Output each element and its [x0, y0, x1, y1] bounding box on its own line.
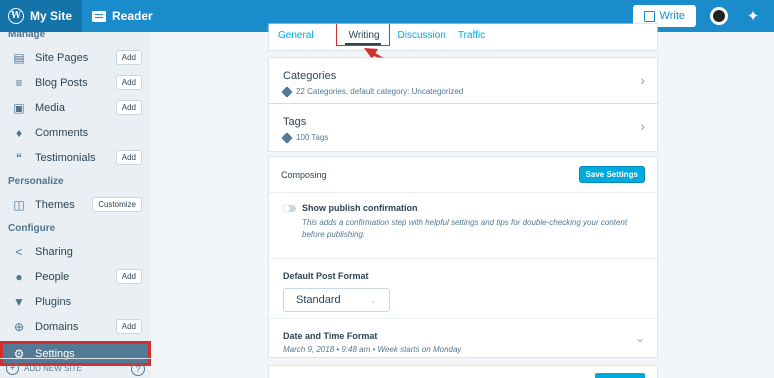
sidebar-heading-manage: Manage [8, 32, 46, 40]
help-icon[interactable]: ? [131, 362, 145, 376]
quote-icon: “ [16, 150, 22, 165]
publish-confirmation-toggle[interactable] [283, 205, 296, 212]
chevron-right-icon: › [640, 118, 645, 134]
avatar-image [713, 10, 725, 22]
tab-general[interactable]: General [278, 24, 322, 41]
tab-writing[interactable]: Writing [335, 24, 390, 46]
composing-title: Composing [281, 169, 327, 180]
themes-icon: ◫ [13, 197, 25, 212]
sidebar-item-comments[interactable]: ♦ Comments [0, 120, 151, 145]
add-blog-post-button[interactable]: Add [115, 75, 142, 90]
option-title: Show publish confirmation [302, 203, 418, 213]
tags-summary: 100 Tags [281, 131, 643, 144]
posts-icon: ≡ [15, 75, 23, 90]
post-format-select[interactable]: Standard ⌄ [283, 288, 390, 312]
chevron-down-icon: ⌄ [634, 331, 645, 345]
person-icon: ● [15, 269, 23, 284]
sidebar-item-site-pages[interactable]: ▤ Site Pages Add [0, 45, 151, 70]
sidebar-item-media[interactable]: ▣ Media Add [0, 95, 151, 120]
date-time-format-value: March 9, 2018 • 9:48 am • Week starts on… [283, 345, 462, 354]
sidebar-item-people[interactable]: ● People Add [0, 264, 151, 289]
sidebar-item-label: Domains [35, 320, 79, 333]
sidebar-item-blog-posts[interactable]: ≡ Blog Posts Add [0, 70, 151, 95]
sidebar-item-label: Site Pages [35, 51, 89, 64]
chevron-right-icon: › [640, 72, 645, 88]
image-icon: ▣ [13, 100, 25, 115]
add-domain-button[interactable]: Add [115, 319, 142, 334]
globe-icon: ⊕ [13, 319, 25, 334]
my-site-button[interactable]: W My Site [0, 0, 83, 32]
notifications-icon[interactable]: ✦ [744, 7, 762, 25]
customize-button[interactable]: Customize [92, 197, 142, 212]
my-site-label: My Site [30, 9, 73, 23]
tags-summary-text: 100 Tags [296, 133, 329, 142]
sidebar-item-label: People [35, 270, 70, 283]
reader-button[interactable]: Reader [82, 0, 163, 32]
reader-icon [92, 10, 107, 22]
next-card [269, 366, 657, 378]
tab-traffic[interactable]: Traffic [458, 24, 493, 41]
avatar[interactable] [710, 7, 728, 25]
sidebar-heading-personalize: Personalize [8, 176, 64, 187]
write-icon [643, 10, 655, 22]
categories-card[interactable]: Categories 22 Categories, default catego… [269, 58, 657, 103]
sidebar: Manage ▤ Site Pages Add ≡ Blog Posts Add… [0, 32, 151, 378]
option-description: This adds a confirmation step with helpf… [302, 218, 628, 239]
sidebar-item-label: Plugins [35, 295, 72, 308]
settings-tabs: General Writing Discussion Traffic [269, 24, 657, 50]
tag-icon [281, 131, 293, 144]
page-icon: ▤ [13, 50, 25, 65]
sidebar-item-plugins[interactable]: ▼ Plugins [0, 289, 151, 314]
categories-summary-text: 22 Categories, default category: Uncateg… [296, 87, 464, 96]
post-format-value: Standard [296, 294, 341, 306]
sidebar-footer: + ADD NEW SITE ? [0, 358, 151, 378]
comments-icon: ♦ [15, 125, 23, 140]
sidebar-heading-configure: Configure [8, 223, 56, 234]
folder-icon [281, 85, 293, 98]
sidebar-item-label: Testimonials [35, 151, 96, 164]
composing-card: Composing Save Settings Show publish con… [269, 157, 657, 357]
date-time-format-label: Date and Time Format [283, 331, 378, 341]
sidebar-item-label: Sharing [35, 245, 73, 258]
sidebar-item-themes[interactable]: ◫ Themes Customize [0, 192, 151, 217]
sidebar-item-domains[interactable]: ⊕ Domains Add [0, 314, 151, 339]
reader-label: Reader [112, 9, 153, 23]
publish-confirmation-option: Show publish confirmation This adds a co… [269, 193, 657, 259]
sidebar-item-label: Comments [35, 126, 89, 139]
add-testimonial-button[interactable]: Add [115, 150, 142, 165]
share-icon: < [15, 244, 23, 259]
date-time-format[interactable]: Date and Time Format March 9, 2018 • 9:4… [269, 319, 657, 357]
tags-card[interactable]: Tags 100 Tags › [269, 104, 657, 151]
next-card-save-button[interactable] [595, 373, 645, 378]
add-people-button[interactable]: Add [115, 269, 142, 284]
sidebar-item-testimonials[interactable]: “ Testimonials Add [0, 145, 151, 170]
sidebar-item-label: Themes [35, 198, 75, 211]
add-new-site-link[interactable]: ADD NEW SITE [24, 364, 82, 373]
tab-discussion[interactable]: Discussion [398, 24, 458, 41]
write-label: Write [659, 10, 685, 22]
tags-title: Tags [283, 116, 307, 128]
categories-summary: 22 Categories, default category: Uncateg… [281, 85, 643, 98]
sidebar-item-sharing[interactable]: < Sharing [0, 239, 151, 264]
categories-title: Categories [283, 70, 337, 82]
chevron-down-icon: ⌄ [369, 294, 377, 305]
wordpress-logo-icon: W [8, 8, 24, 24]
add-site-page-button[interactable]: Add [115, 50, 142, 65]
add-media-button[interactable]: Add [115, 100, 142, 115]
default-post-format: Default Post Format Standard ⌄ [269, 259, 657, 319]
sidebar-item-label: Blog Posts [35, 76, 88, 89]
plus-circle-icon[interactable]: + [6, 362, 19, 375]
composing-header: Composing Save Settings [269, 157, 657, 193]
save-settings-button[interactable]: Save Settings [578, 166, 645, 183]
plugin-icon: ▼ [13, 294, 25, 309]
default-post-format-label: Default Post Format [283, 271, 369, 281]
sidebar-item-label: Media [35, 101, 65, 114]
